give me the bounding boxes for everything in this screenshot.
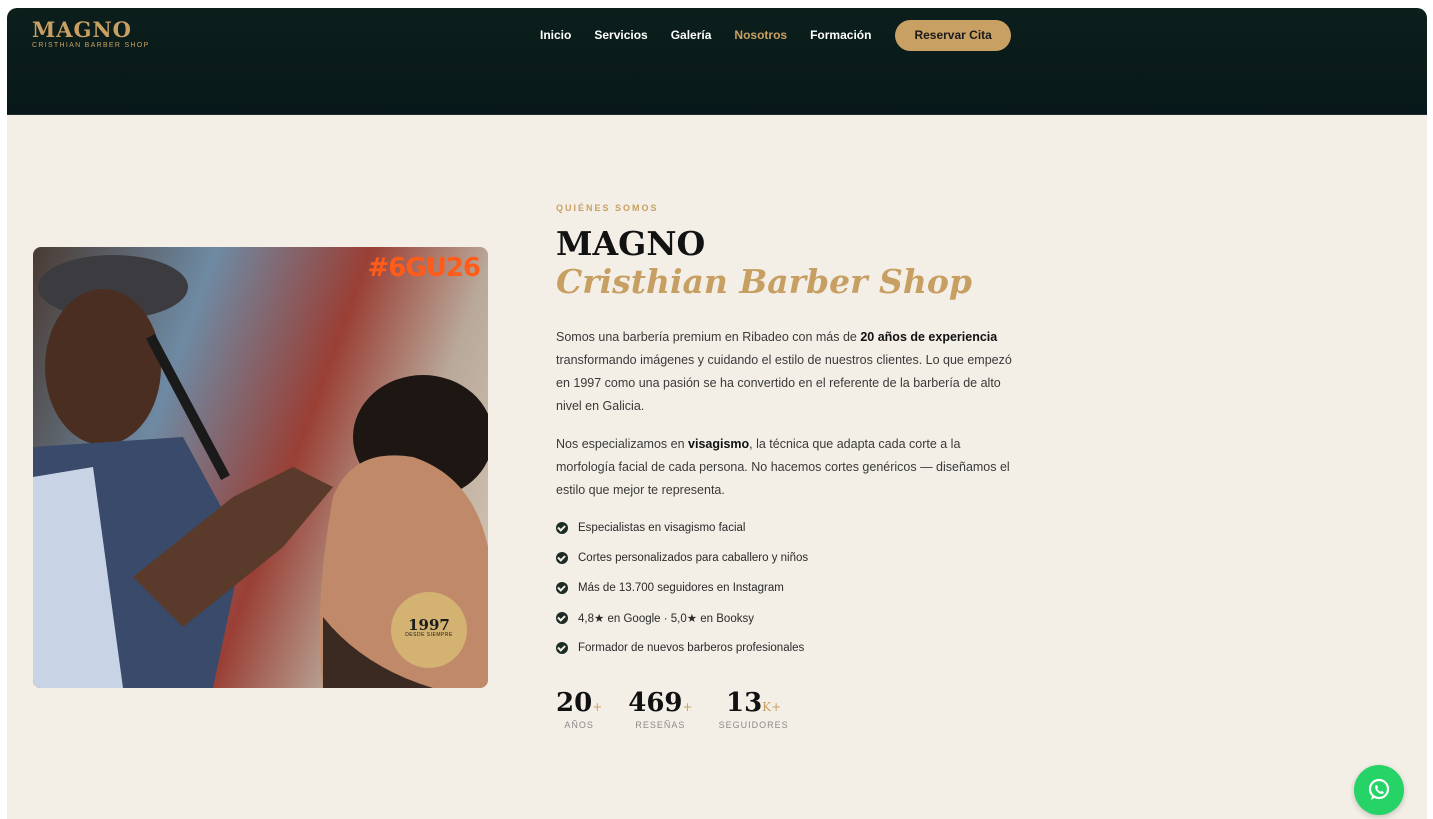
stat-years: 20+ AÑOS	[556, 688, 602, 730]
feature-text: Cortes personalizados para caballero y n…	[578, 552, 809, 564]
badge-subtitle: DESDE SIEMPRE	[405, 632, 453, 638]
stat-value: 13	[725, 688, 763, 718]
feature-item: 4,8★ en Google · 5,0★ en Booksy	[556, 603, 808, 633]
feature-list: Especialistas en visagismo facial Cortes…	[556, 513, 808, 663]
brand-logo[interactable]: MAGNO CRISTHIAN BARBER SHOP	[32, 19, 150, 50]
stat-suffix: +	[682, 700, 693, 714]
p1-text-bold: 20 años de experiencia	[860, 330, 998, 344]
barber-photo: #6GU26 1997 DESDE SIEMPRE	[33, 247, 488, 688]
nav-item-inicio[interactable]: Inicio	[540, 28, 571, 42]
stat-value: 20	[556, 688, 593, 718]
photo-hashtag: #6GU26	[367, 253, 481, 283]
barber-face	[45, 289, 161, 445]
p2-text-bold: visagismo	[688, 437, 750, 451]
nav-item-galeria[interactable]: Galería	[671, 28, 712, 42]
badge-year: 1997	[408, 616, 450, 634]
main-nav: Inicio Servicios Galería Nosotros Formac…	[540, 19, 1011, 51]
whatsapp-icon	[1368, 778, 1390, 800]
nav-item-formacion[interactable]: Formación	[810, 28, 871, 42]
about-paragraph-2: Nos especializamos en visagismo, la técn…	[556, 433, 1016, 502]
about-subtitle: Cristhian Barber Shop	[556, 262, 972, 301]
whatsapp-button[interactable]	[1354, 765, 1404, 815]
stats-row: 20+ AÑOS 469+ RESEÑAS 13K+ SEGUIDORES	[556, 688, 815, 730]
check-circle-icon	[556, 582, 568, 594]
feature-item: Especialistas en visagismo facial	[556, 513, 808, 543]
check-circle-icon	[556, 612, 568, 624]
check-circle-icon	[556, 522, 568, 534]
feature-text: 4,8★ en Google · 5,0★ en Booksy	[578, 613, 754, 625]
check-circle-icon	[556, 552, 568, 564]
check-circle-icon	[556, 642, 568, 654]
feature-item: Cortes personalizados para caballero y n…	[556, 543, 808, 573]
stat-label: RESEÑAS	[635, 720, 686, 730]
since-1997-badge: 1997 DESDE SIEMPRE	[391, 592, 467, 668]
feature-text: Más de 13.700 seguidores en Instagram	[578, 582, 784, 594]
about-paragraph-1: Somos una barbería premium en Ribadeo co…	[556, 326, 1016, 418]
page-frame: MAGNO CRISTHIAN BARBER SHOP Inicio Servi…	[7, 8, 1427, 819]
feature-item: Más de 13.700 seguidores en Instagram	[556, 573, 808, 603]
feature-text: Formador de nuevos barberos profesionale…	[578, 642, 805, 654]
brand-subtitle: CRISTHIAN BARBER SHOP	[32, 42, 150, 49]
stat-suffix: +	[592, 700, 603, 714]
brand-title: MAGNO	[32, 17, 132, 42]
feature-item: Formador de nuevos barberos profesionale…	[556, 633, 808, 663]
p2-text-a: Nos especializamos en	[556, 437, 689, 451]
nav-item-servicios[interactable]: Servicios	[594, 28, 647, 42]
about-title: MAGNO	[556, 224, 706, 263]
stat-followers: 13K+ SEGUIDORES	[719, 688, 789, 730]
reservar-cita-button[interactable]: Reservar Cita	[895, 19, 1011, 51]
section-eyebrow: QUIÉNES SOMOS	[556, 203, 659, 213]
p1-text-c: transformando imágenes y cuidando el est…	[556, 353, 1012, 413]
stat-reviews: 469+ RESEÑAS	[628, 688, 692, 730]
nav-item-nosotros[interactable]: Nosotros	[734, 28, 787, 42]
stat-label: AÑOS	[564, 720, 594, 730]
p1-text-a: Somos una barbería premium en Ribadeo co…	[556, 330, 861, 344]
stat-suffix: K+	[762, 700, 782, 714]
stat-value: 469	[628, 688, 683, 718]
stat-label: SEGUIDORES	[718, 720, 789, 730]
site-header: MAGNO CRISTHIAN BARBER SHOP Inicio Servi…	[7, 8, 1427, 115]
feature-text: Especialistas en visagismo facial	[578, 522, 746, 534]
